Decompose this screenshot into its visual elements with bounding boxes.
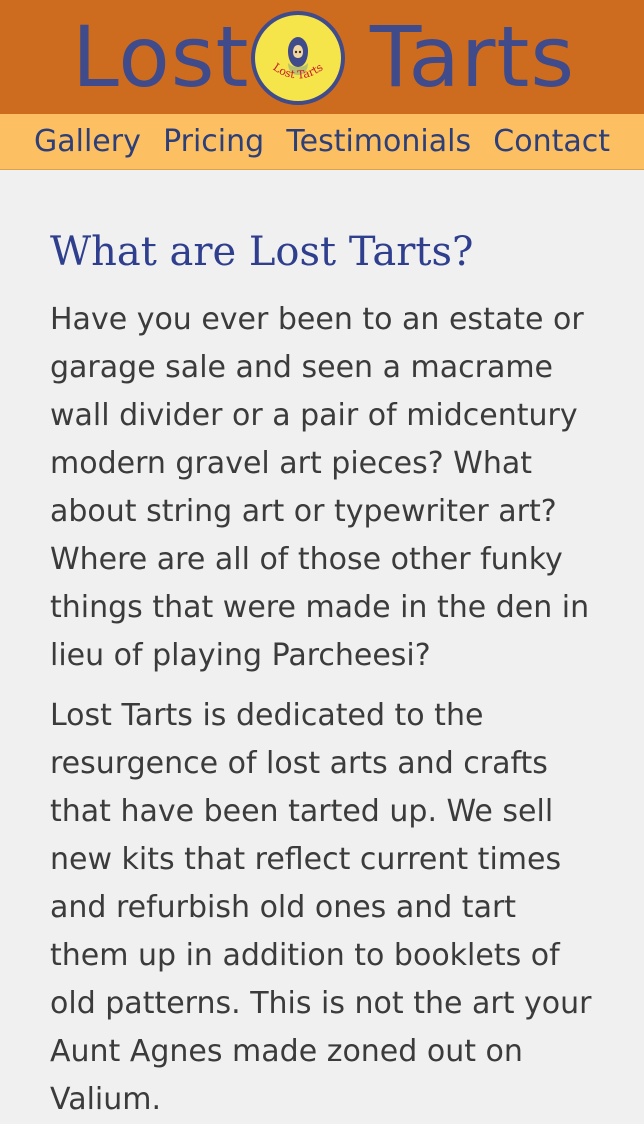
- main-navigation: Gallery Pricing Testimonials Contact: [0, 114, 644, 170]
- nav-testimonials-link[interactable]: Testimonials: [286, 114, 471, 170]
- nav-contact-link[interactable]: Contact: [493, 114, 610, 170]
- nav-pricing-link[interactable]: Pricing: [163, 114, 264, 170]
- site-header: Lost Lost Tarts Tarts: [0, 0, 644, 114]
- main-content: What are Lost Tarts? Have you ever been …: [0, 170, 644, 1124]
- page-title: What are Lost Tarts?: [50, 229, 474, 275]
- brand-lost: Lost: [72, 8, 250, 106]
- nav-gallery-link[interactable]: Gallery: [34, 114, 141, 170]
- intro-paragraph: Have you ever been to an estate or garag…: [50, 302, 590, 673]
- mission-paragraph: Lost Tarts is dedicated to the resurgenc…: [50, 698, 592, 1117]
- brand-tarts: Tarts: [370, 8, 576, 106]
- lost-tarts-logo: Lost Tarts: [251, 11, 345, 105]
